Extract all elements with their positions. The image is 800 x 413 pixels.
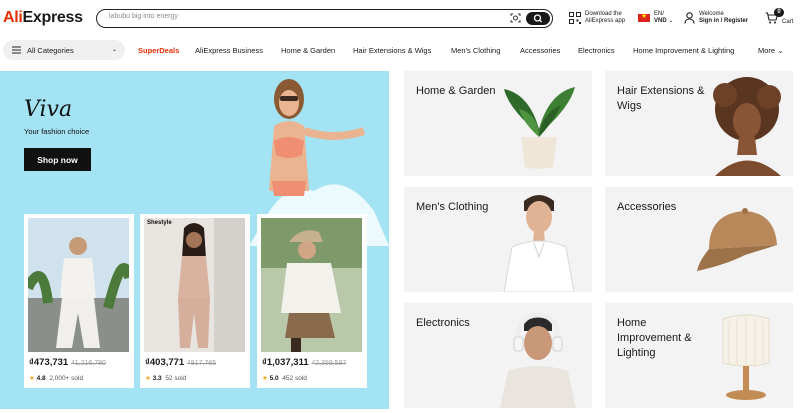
nav-mens-clothing[interactable]: Men's Clothing — [451, 46, 500, 55]
product-rating-sold: ★ 3.3 52 sold — [145, 375, 187, 382]
image-search-icon[interactable] — [510, 13, 521, 23]
category-label: Men's Clothing — [416, 201, 489, 213]
nav-home-garden[interactable]: Home & Garden — [281, 46, 335, 55]
headphones-model-icon — [500, 312, 576, 408]
menu-icon — [12, 46, 21, 54]
nav-accessories[interactable]: Accessories — [520, 46, 560, 55]
star-icon: ★ — [262, 375, 268, 382]
vietnam-flag-icon — [638, 13, 650, 22]
user-icon — [684, 12, 695, 24]
brand-label: Shestyle — [147, 220, 172, 226]
aliexpress-logo[interactable]: AliExpress — [3, 9, 83, 27]
hero-tagline: Your fashion choice — [24, 127, 90, 136]
star-icon: ★ — [29, 375, 35, 382]
nav-home-improvement-lighting[interactable]: Home Improvement & Lighting — [633, 46, 734, 55]
category-tile-mens-clothing[interactable]: Men's Clothing — [404, 187, 592, 292]
search-icon — [533, 13, 542, 22]
account-menu[interactable]: Welcome Sign in / Register — [684, 11, 748, 25]
product-rating-sold: ★ 5.0 452 sold — [262, 375, 307, 382]
male-model-icon — [503, 195, 575, 292]
chevron-down-icon: ⌄ — [111, 47, 117, 53]
plant-pot-icon — [504, 87, 575, 169]
category-tile-home-improvement-lighting[interactable]: Home Improvement & Lighting — [605, 303, 793, 408]
category-tile-electronics[interactable]: Electronics — [404, 303, 592, 408]
cart-count-badge: 0 — [774, 8, 784, 17]
product-price: ₫403,771 ₫917,765 — [145, 357, 217, 368]
product-price: ₫473,731 ₫1,216,780 — [29, 357, 106, 368]
chevron-down-icon: ⌄ — [777, 46, 784, 55]
curly-hair-model-icon — [713, 77, 781, 176]
product-price: ₫1,037,311 ₫2,359,597 — [262, 357, 347, 368]
shop-now-button[interactable]: Shop now — [24, 148, 91, 171]
top-bar: AliExpress labubu big into energy Downlo… — [0, 0, 800, 38]
cart-button[interactable]: 0 Cart — [765, 8, 793, 27]
product-rating-sold: ★ 4.8 2,000+ sold — [29, 375, 84, 382]
search-input[interactable]: labubu big into energy — [109, 13, 178, 20]
product-card[interactable]: ₫1,037,311 ₫2,359,597 ★ 5.0 452 sold — [257, 214, 367, 388]
category-tile-home-garden[interactable]: Home & Garden — [404, 71, 592, 176]
product-card[interactable]: ₫473,731 ₫1,216,780 ★ 4.8 2,000+ sold — [24, 214, 134, 388]
product-image — [261, 218, 362, 352]
search-bar[interactable]: labubu big into energy — [96, 9, 553, 28]
category-label: Accessories — [617, 201, 677, 213]
qr-code-icon — [569, 12, 581, 24]
category-label: Home Improvement & Lighting — [617, 317, 692, 359]
hero-banner[interactable]: Viva Your fashion choice Shop now ₫473,7… — [0, 71, 389, 409]
category-label: Hair Extensions & Wigs — [617, 85, 705, 112]
category-tile-accessories[interactable]: Accessories — [605, 187, 793, 292]
nav-superdeals[interactable]: SuperDeals — [138, 46, 179, 55]
hero-title: Viva — [24, 97, 73, 122]
table-lamp-icon — [722, 314, 770, 400]
category-tile-hair-extensions-wigs[interactable]: Hair Extensions & Wigs — [605, 71, 793, 176]
language-currency-selector[interactable]: EN/VND ⌄ — [638, 11, 673, 25]
nav-aliexpress-business[interactable]: AliExpress Business — [195, 46, 263, 55]
baseball-cap-icon — [697, 208, 777, 271]
search-button[interactable] — [526, 11, 550, 25]
product-image — [144, 218, 245, 352]
nav-electronics[interactable]: Electronics — [578, 46, 615, 55]
download-app[interactable]: Download the AliExpress app — [569, 11, 625, 25]
product-image — [28, 218, 129, 352]
all-categories-button[interactable]: All Categories ⌄ — [3, 40, 125, 60]
nav-more[interactable]: More ⌄ — [758, 46, 783, 55]
chevron-down-icon: ⌄ — [668, 18, 674, 24]
nav-hair-extensions-wigs[interactable]: Hair Extensions & Wigs — [353, 46, 431, 55]
product-card[interactable]: Shestyle ₫403,771 ₫917,765 ★ 3.3 52 sold — [140, 214, 250, 388]
star-icon: ★ — [145, 375, 151, 382]
category-label: Home & Garden — [416, 85, 496, 97]
category-nav: All Categories ⌄ SuperDeals AliExpress B… — [0, 40, 800, 60]
